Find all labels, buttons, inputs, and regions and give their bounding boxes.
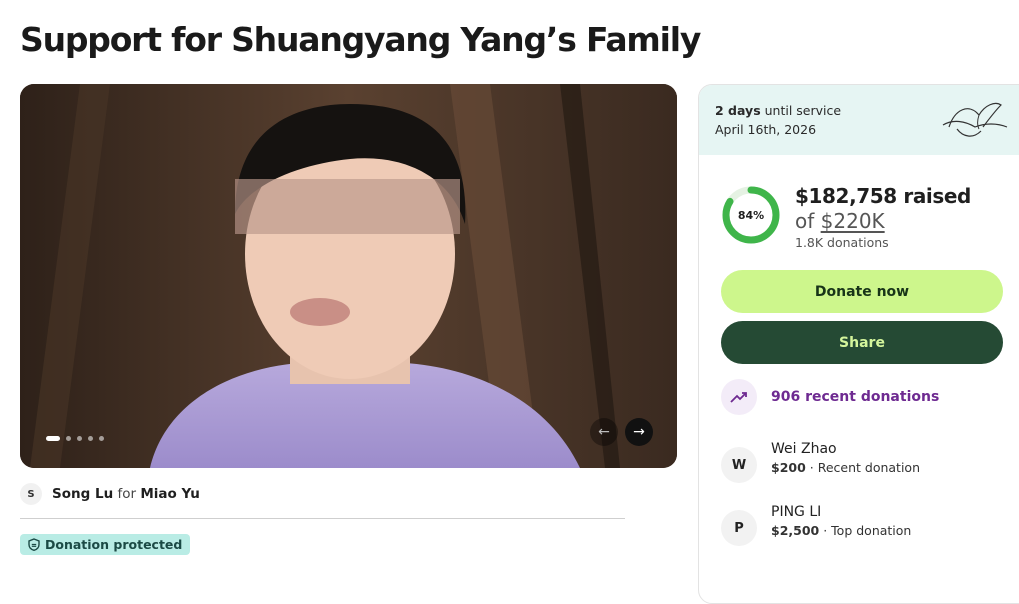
organizer-name[interactable]: Song Lu <box>52 486 113 502</box>
donation-count: 1.8K donations <box>795 235 889 250</box>
arrow-left-icon: ← <box>598 424 610 440</box>
goal-amount[interactable]: $220K <box>821 209 885 233</box>
shield-icon <box>28 538 40 551</box>
donor-name: PING LI <box>771 504 822 520</box>
donation-protected-label: Donation protected <box>45 537 183 552</box>
progress-percent: 84% <box>737 208 765 222</box>
campaign-photo[interactable]: ← → <box>20 84 677 468</box>
slide-dot[interactable] <box>77 436 82 441</box>
slide-dot[interactable] <box>88 436 93 441</box>
next-slide-button[interactable]: → <box>625 418 653 446</box>
recent-donations-link[interactable]: 906 recent donations <box>721 379 939 415</box>
service-suffix: until service <box>764 103 842 118</box>
goal-prefix: of <box>795 209 815 233</box>
arrow-right-icon: → <box>633 424 645 440</box>
donation-card: 2 days until service April 16th, 2026 84… <box>698 84 1019 604</box>
donor-row: W Wei Zhao $200 · Recent donation <box>721 439 920 483</box>
beneficiary-name[interactable]: Miao Yu <box>140 486 200 502</box>
divider <box>20 518 625 519</box>
organizer-connector: for <box>117 486 137 502</box>
trending-up-icon <box>721 379 757 415</box>
donation-protected-badge[interactable]: Donation protected <box>20 534 191 555</box>
donor-amount: $200 <box>771 460 806 475</box>
lily-flower-icon <box>942 102 1008 137</box>
organizer-line: S Song Lu for Miao Yu <box>20 483 200 505</box>
donor-avatar: W <box>721 447 757 483</box>
donor-note: · Top donation <box>819 523 912 538</box>
previous-slide-button[interactable]: ← <box>590 418 618 446</box>
share-button[interactable]: Share <box>721 321 1003 364</box>
donor-row: P PING LI $2,500 · Top donation <box>721 502 911 546</box>
progress-summary: 84% $182,758 raised of $220K 1.8K donati… <box>721 184 971 250</box>
donor-amount: $2,500 <box>771 523 820 538</box>
slide-indicator[interactable] <box>46 436 104 441</box>
donor-note: · Recent donation <box>805 460 920 475</box>
service-days: 2 days <box>715 103 761 118</box>
slide-dot[interactable] <box>46 436 60 441</box>
donate-now-button[interactable]: Donate now <box>721 270 1003 313</box>
campaign-image <box>20 84 677 468</box>
amount-raised: $182,758 raised <box>795 184 971 208</box>
slide-dot[interactable] <box>99 436 104 441</box>
organizer-avatar[interactable]: S <box>20 483 42 505</box>
slide-dot[interactable] <box>66 436 71 441</box>
service-banner: 2 days until service April 16th, 2026 <box>699 85 1019 155</box>
page-title: Support for Shuangyang Yang’s Family <box>20 20 701 59</box>
progress-ring: 84% <box>721 185 781 245</box>
donor-name: Wei Zhao <box>771 441 837 457</box>
recent-donations-label: 906 recent donations <box>771 389 940 405</box>
donor-avatar: P <box>721 510 757 546</box>
